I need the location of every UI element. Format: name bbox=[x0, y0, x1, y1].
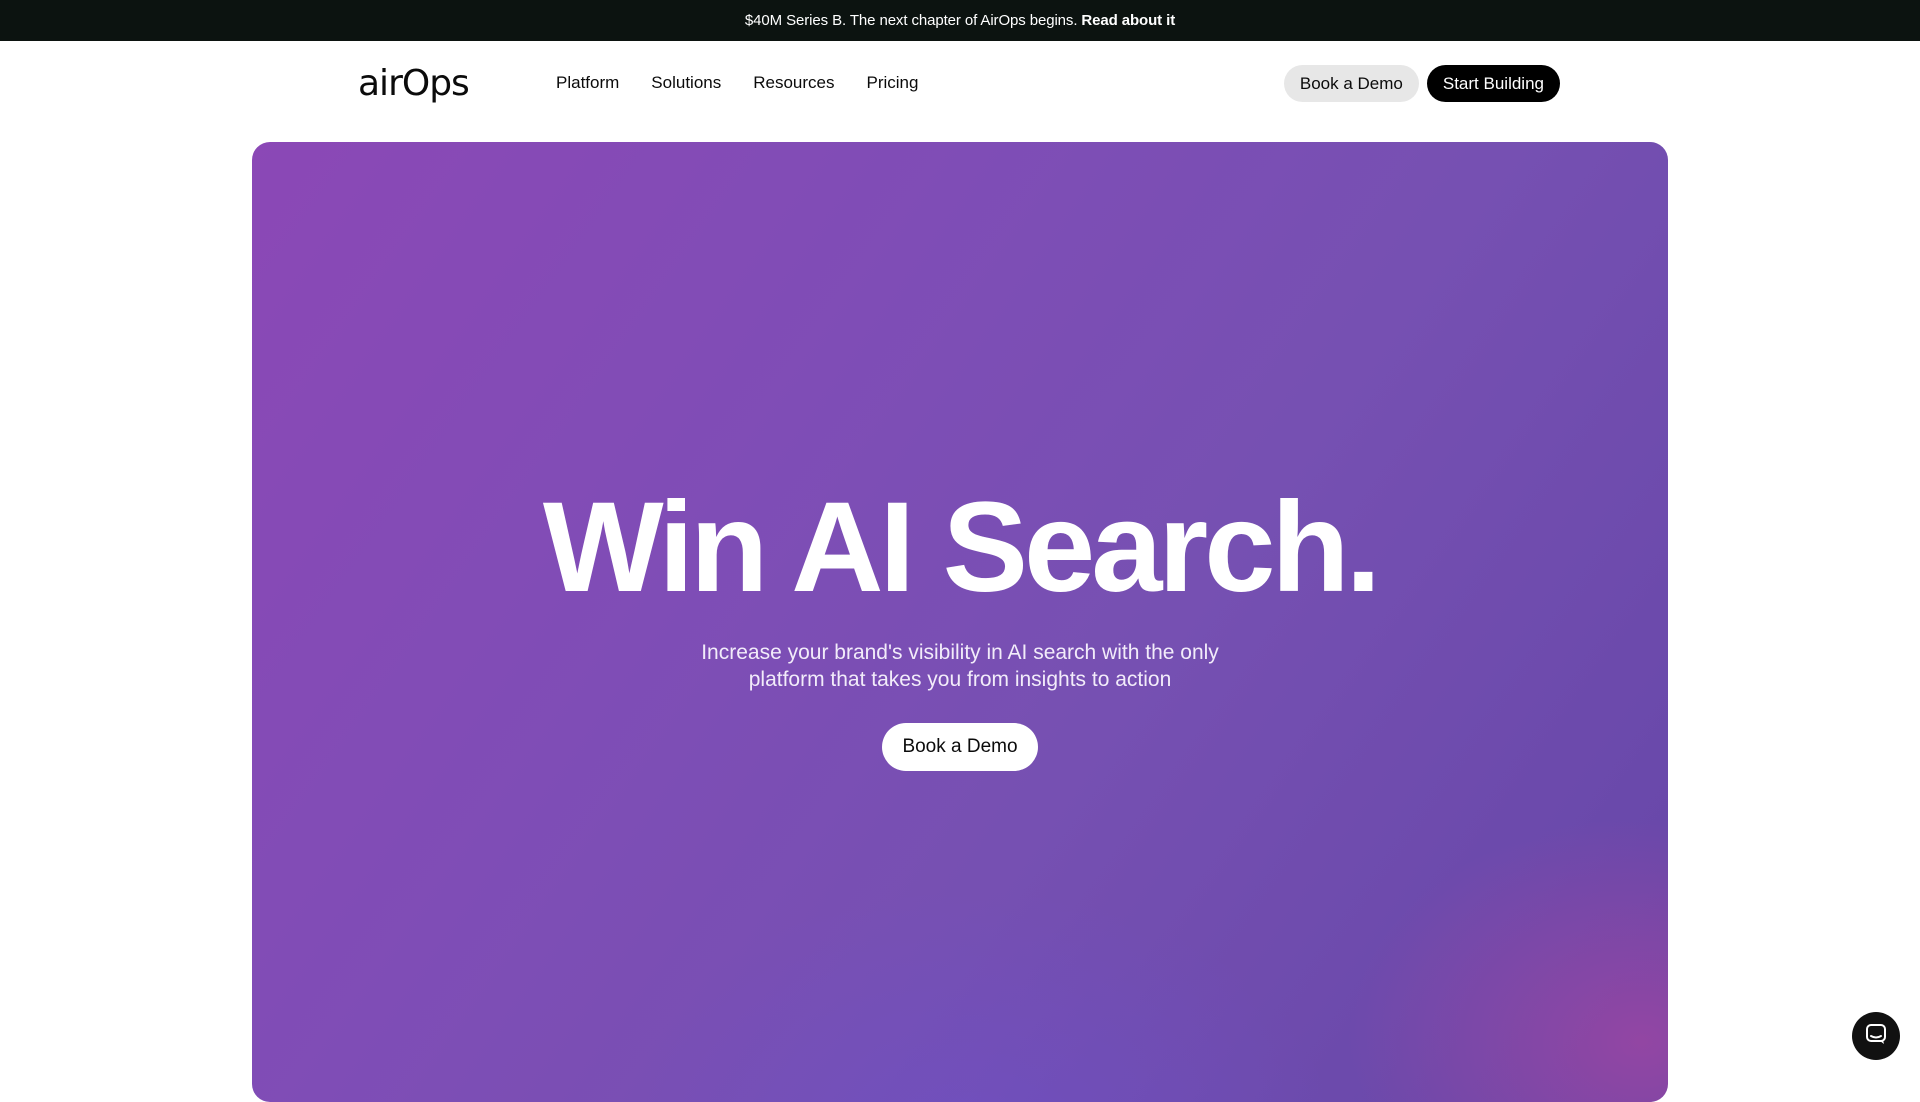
announcement-link[interactable]: Read about it bbox=[1081, 12, 1175, 29]
hero-subtitle: Increase your brand's visibility in AI s… bbox=[252, 639, 1668, 693]
chat-launcher-button[interactable] bbox=[1852, 1012, 1900, 1060]
hero-title: Win AI Search. bbox=[542, 476, 1381, 619]
hero-subtitle-line-2: platform that takes you from insights to… bbox=[748, 668, 1172, 691]
announcement-message: $40M Series B. The next chapter of AirOp… bbox=[744, 12, 1078, 29]
top-navigation: airOps Platform Solutions Resources Pric… bbox=[0, 41, 1920, 142]
start-building-button[interactable]: Start Building bbox=[1426, 65, 1560, 102]
nav-solutions[interactable]: Solutions bbox=[651, 73, 721, 93]
announcement-bar: $40M Series B. The next chapter of AirOp… bbox=[0, 0, 1920, 41]
hero-book-demo-button[interactable]: Book a Demo bbox=[882, 723, 1038, 771]
hero-subtitle-line-1: Increase your brand's visibility in AI s… bbox=[701, 641, 1219, 664]
airops-logo[interactable]: airOps bbox=[358, 63, 470, 104]
main-nav: Platform Solutions Resources Pricing bbox=[556, 41, 918, 125]
header-book-demo-button[interactable]: Book a Demo bbox=[1283, 65, 1419, 102]
header-actions: Book a Demo Start Building bbox=[1283, 65, 1560, 102]
chat-icon bbox=[1865, 1023, 1887, 1050]
nav-pricing[interactable]: Pricing bbox=[867, 73, 919, 93]
hero-section: Win AI Search. Increase your brand's vis… bbox=[252, 142, 1668, 1102]
nav-platform[interactable]: Platform bbox=[556, 73, 619, 93]
nav-resources[interactable]: Resources bbox=[753, 73, 834, 93]
